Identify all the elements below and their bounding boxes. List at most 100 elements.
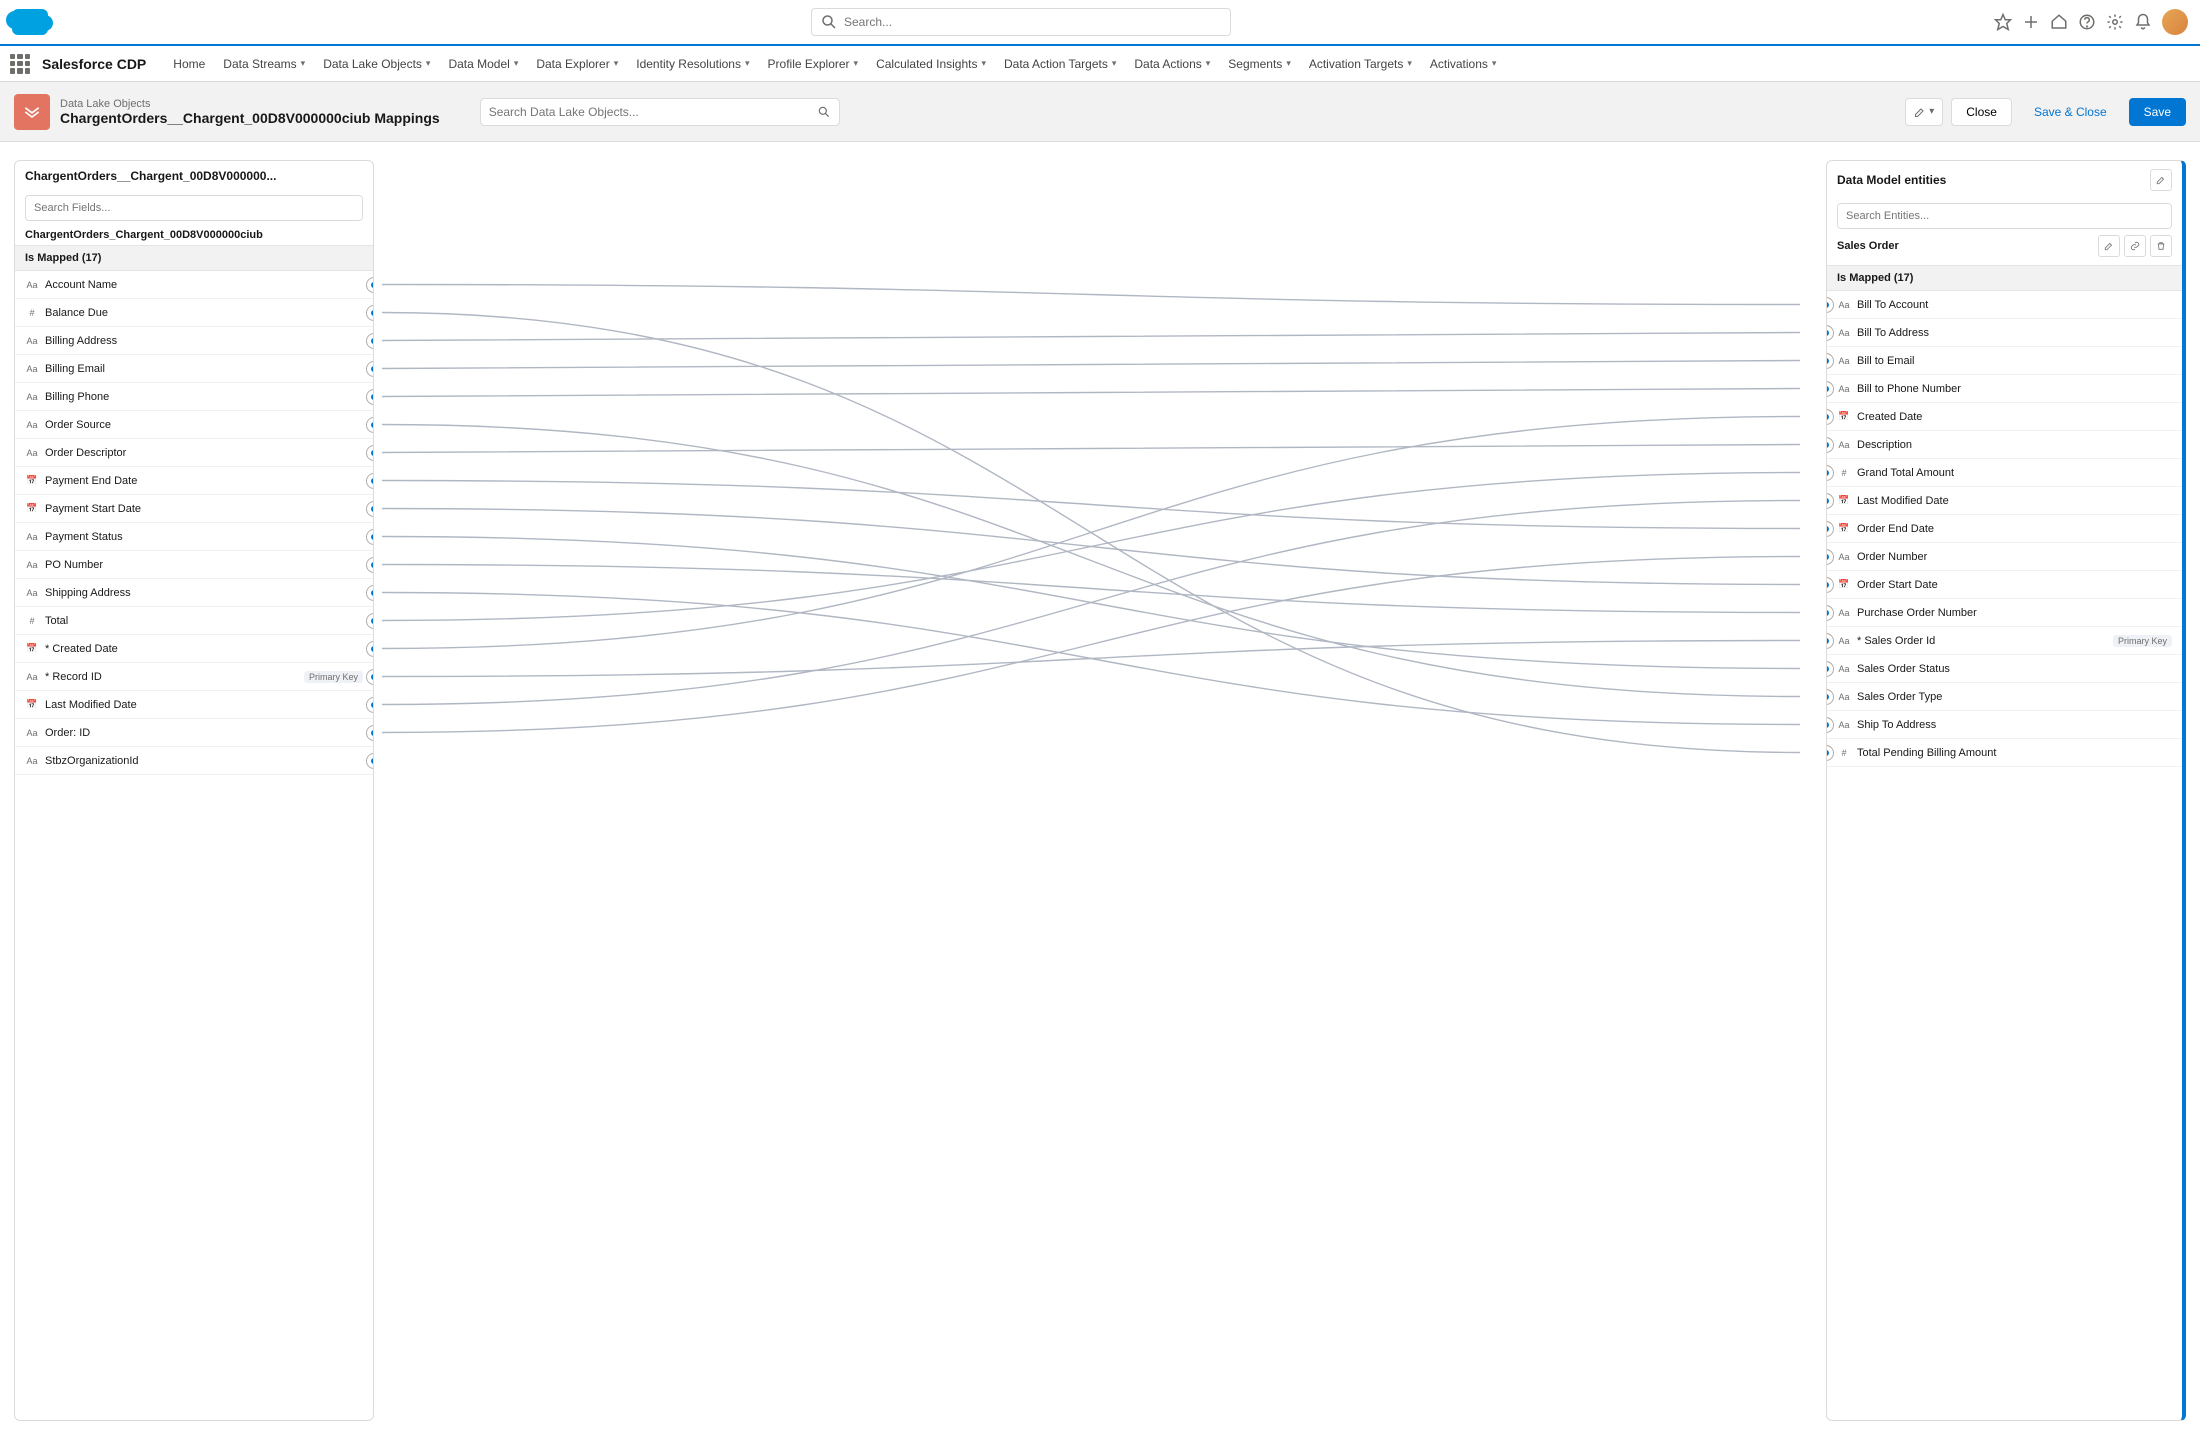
field-row[interactable]: 📅Payment End Date	[15, 467, 373, 495]
nav-tab-data-actions[interactable]: Data Actions▾	[1125, 46, 1219, 81]
mapping-canvas[interactable]	[374, 160, 1826, 1421]
user-avatar[interactable]	[2162, 9, 2188, 35]
gear-icon[interactable]	[2106, 13, 2124, 31]
field-row[interactable]: #Total	[15, 607, 373, 635]
field-row[interactable]: #Balance Due	[15, 299, 373, 327]
field-row[interactable]: AaBilling Email	[15, 355, 373, 383]
nav-tab-data-lake-objects[interactable]: Data Lake Objects▾	[314, 46, 439, 81]
home-icon[interactable]	[2050, 13, 2068, 31]
save-close-button[interactable]: Save & Close	[2020, 98, 2121, 126]
nav-tab-data-explorer[interactable]: Data Explorer▾	[527, 46, 627, 81]
mapping-port[interactable]	[366, 277, 373, 293]
link-object-button[interactable]	[2124, 235, 2146, 257]
field-row[interactable]: AaShipping Address	[15, 579, 373, 607]
nav-tab-home[interactable]: Home	[164, 46, 214, 81]
mapping-port[interactable]	[366, 753, 373, 769]
mapping-port[interactable]	[366, 725, 373, 741]
target-entity-search-input[interactable]	[1846, 210, 2163, 222]
nav-tab-identity-resolutions[interactable]: Identity Resolutions▾	[627, 46, 758, 81]
new-mapping-button[interactable]: ▾	[1905, 98, 1943, 126]
field-row[interactable]: AaPayment Status	[15, 523, 373, 551]
field-row[interactable]: AaOrder Number	[1827, 543, 2182, 571]
field-row[interactable]: 📅Created Date	[1827, 403, 2182, 431]
mapping-port[interactable]	[366, 333, 373, 349]
bell-icon[interactable]	[2134, 13, 2152, 31]
global-search-input[interactable]	[844, 15, 1222, 29]
field-row[interactable]: AaAccount Name	[15, 271, 373, 299]
close-button[interactable]: Close	[1951, 98, 2012, 126]
mapping-port[interactable]	[366, 641, 373, 657]
source-field-search[interactable]	[25, 195, 363, 221]
field-row[interactable]: AaOrder Source	[15, 411, 373, 439]
edit-entities-button[interactable]	[2150, 169, 2172, 191]
mapping-port[interactable]	[1827, 465, 1834, 481]
field-row[interactable]: AaBilling Address	[15, 327, 373, 355]
source-field-search-input[interactable]	[34, 202, 354, 214]
field-row[interactable]: AaDescription	[1827, 431, 2182, 459]
field-row[interactable]: AaBilling Phone	[15, 383, 373, 411]
dlo-search-input[interactable]	[489, 105, 817, 119]
app-launcher-icon[interactable]	[10, 54, 30, 74]
mapping-port[interactable]	[366, 613, 373, 629]
edit-object-button[interactable]	[2098, 235, 2120, 257]
mapping-port[interactable]	[1827, 605, 1834, 621]
target-entity-search[interactable]	[1837, 203, 2172, 229]
nav-tab-activation-targets[interactable]: Activation Targets▾	[1300, 46, 1421, 81]
mapping-port[interactable]	[366, 473, 373, 489]
nav-tab-calculated-insights[interactable]: Calculated Insights▾	[867, 46, 995, 81]
field-row[interactable]: 📅Last Modified Date	[1827, 487, 2182, 515]
mapping-port[interactable]	[1827, 661, 1834, 677]
field-row[interactable]: AaStbzOrganizationId	[15, 747, 373, 775]
mapping-port[interactable]	[366, 445, 373, 461]
mapping-port[interactable]	[366, 697, 373, 713]
field-row[interactable]: AaPurchase Order Number	[1827, 599, 2182, 627]
save-button[interactable]: Save	[2129, 98, 2186, 126]
mapping-port[interactable]	[1827, 549, 1834, 565]
field-row[interactable]: AaShip To Address	[1827, 711, 2182, 739]
field-row[interactable]: Aa* Record IDPrimary Key	[15, 663, 373, 691]
global-search[interactable]	[811, 8, 1231, 36]
nav-tab-data-streams[interactable]: Data Streams▾	[214, 46, 314, 81]
field-row[interactable]: 📅* Created Date	[15, 635, 373, 663]
mapping-port[interactable]	[1827, 437, 1834, 453]
help-icon[interactable]	[2078, 13, 2096, 31]
mapping-port[interactable]	[1827, 577, 1834, 593]
field-row[interactable]: #Grand Total Amount	[1827, 459, 2182, 487]
mapping-port[interactable]	[366, 501, 373, 517]
plus-icon[interactable]	[2022, 13, 2040, 31]
mapping-port[interactable]	[1827, 745, 1834, 761]
field-row[interactable]: AaBill to Phone Number	[1827, 375, 2182, 403]
field-row[interactable]: 📅Payment Start Date	[15, 495, 373, 523]
mapping-port[interactable]	[1827, 353, 1834, 369]
mapping-port[interactable]	[366, 669, 373, 685]
mapping-port[interactable]	[1827, 493, 1834, 509]
field-row[interactable]: AaOrder: ID	[15, 719, 373, 747]
field-row[interactable]: 📅Order Start Date	[1827, 571, 2182, 599]
mapping-port[interactable]	[366, 417, 373, 433]
field-row[interactable]: 📅Last Modified Date	[15, 691, 373, 719]
mapping-port[interactable]	[366, 361, 373, 377]
field-row[interactable]: 📅Order End Date	[1827, 515, 2182, 543]
nav-tab-data-action-targets[interactable]: Data Action Targets▾	[995, 46, 1125, 81]
field-row[interactable]: AaBill To Account	[1827, 291, 2182, 319]
field-row[interactable]: AaBill To Address	[1827, 319, 2182, 347]
star-icon[interactable]	[1994, 13, 2012, 31]
mapping-port[interactable]	[1827, 717, 1834, 733]
mapping-port[interactable]	[366, 389, 373, 405]
mapping-port[interactable]	[1827, 381, 1834, 397]
mapping-port[interactable]	[1827, 633, 1834, 649]
delete-object-button[interactable]	[2150, 235, 2172, 257]
mapping-port[interactable]	[1827, 521, 1834, 537]
nav-tab-data-model[interactable]: Data Model▾	[439, 46, 527, 81]
field-row[interactable]: #Total Pending Billing Amount	[1827, 739, 2182, 767]
nav-tab-segments[interactable]: Segments▾	[1219, 46, 1300, 81]
field-row[interactable]: AaBill to Email	[1827, 347, 2182, 375]
nav-tab-profile-explorer[interactable]: Profile Explorer▾	[759, 46, 868, 81]
mapping-port[interactable]	[1827, 325, 1834, 341]
field-row[interactable]: AaOrder Descriptor	[15, 439, 373, 467]
field-row[interactable]: AaSales Order Type	[1827, 683, 2182, 711]
dlo-search[interactable]	[480, 98, 840, 126]
mapping-port[interactable]	[366, 557, 373, 573]
mapping-port[interactable]	[1827, 409, 1834, 425]
mapping-port[interactable]	[366, 305, 373, 321]
